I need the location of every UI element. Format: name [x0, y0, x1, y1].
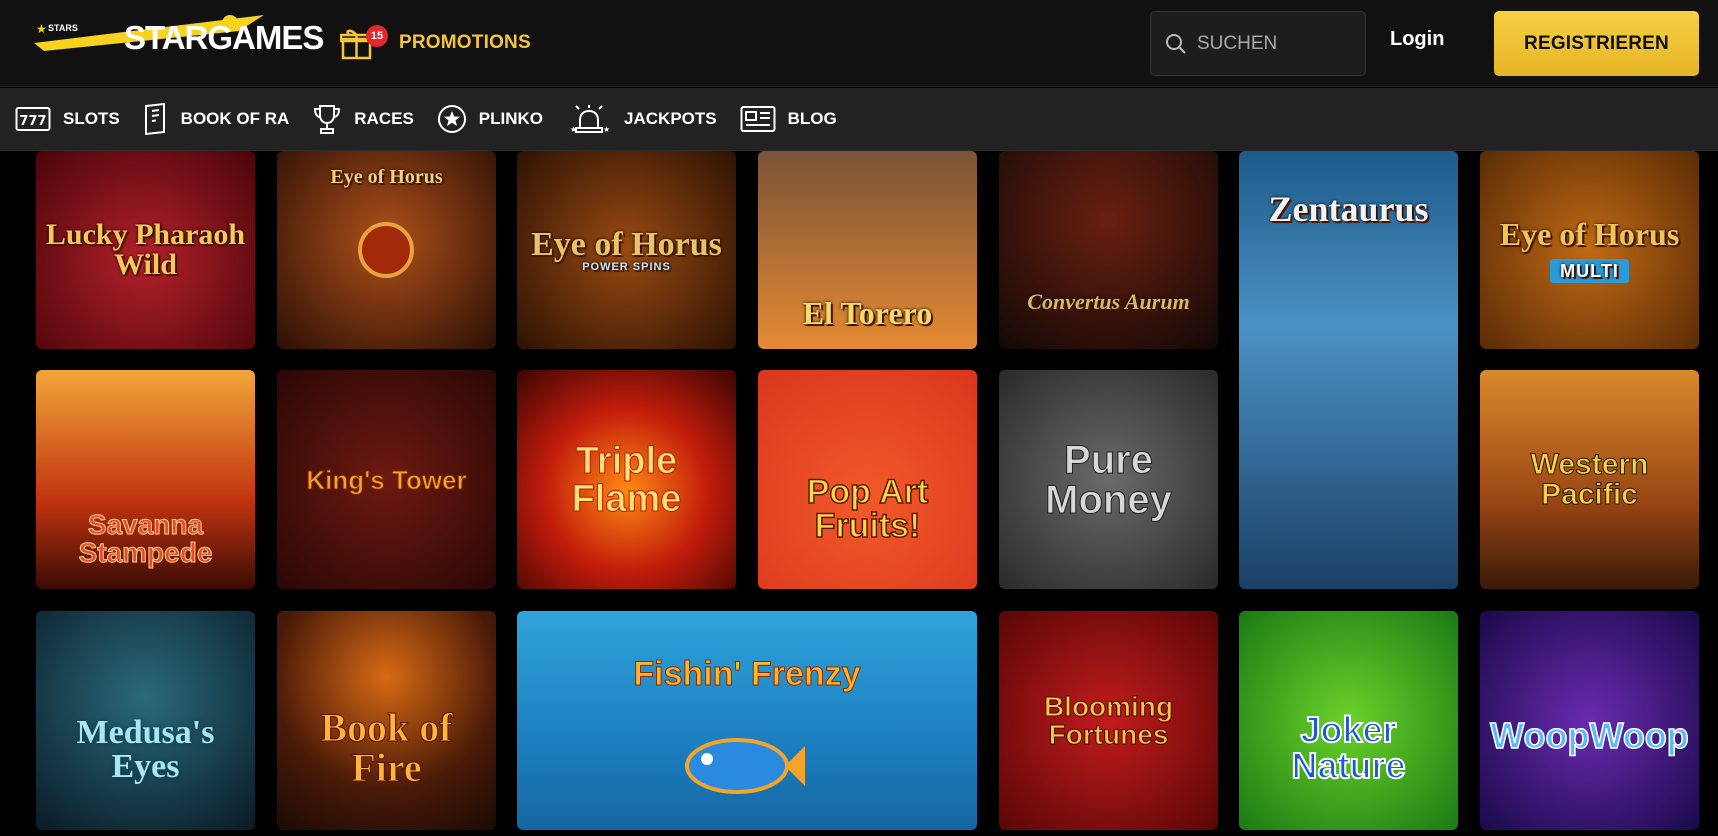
svg-text:★: ★	[570, 125, 577, 134]
game-title: Eye of Horus POWER SPINS	[525, 222, 728, 279]
svg-text:777: 777	[19, 114, 46, 129]
logo-sub: STARS	[48, 23, 78, 33]
nav-item-blog[interactable]: BLOG	[740, 99, 837, 139]
nav-item-book-of-ra[interactable]: BOOK OF RA	[143, 99, 290, 139]
login-button[interactable]: Login	[1390, 28, 1444, 51]
game-tile-lucky-pharaoh-wild[interactable]: Lucky Pharaoh Wild	[36, 151, 255, 349]
promotions-count-badge: 15	[366, 24, 388, 47]
jackpot-siren-icon: ★ ★	[566, 104, 612, 134]
nav-item-races[interactable]: RACES	[312, 99, 414, 139]
site-logo[interactable]: ★ STARS STARGAMES	[34, 13, 324, 57]
game-title: Book of Fire	[320, 705, 453, 790]
game-title: Blooming Fortunes	[1043, 690, 1174, 750]
game-title: King's Tower	[306, 464, 467, 495]
logo-star-icon: ★	[36, 22, 47, 36]
game-tile-el-torero[interactable]: El Torero	[758, 151, 977, 349]
book-icon	[143, 103, 169, 135]
nav-label: BOOK OF RA	[180, 109, 290, 128]
game-tile-woopwoop[interactable]: WoopWoop	[1480, 611, 1699, 830]
game-tile-joker-nature[interactable]: Joker Nature	[1239, 611, 1458, 830]
game-title: Fishin' Frenzy	[633, 655, 861, 693]
nav-label: BLOG	[787, 109, 837, 128]
game-title-text: Eye of Horus	[531, 225, 722, 263]
star-circle-icon	[437, 104, 467, 134]
game-tile-fishin-frenzy[interactable]: Fishin' Frenzy	[517, 611, 977, 830]
game-tile-medusas-eyes[interactable]: Medusa's Eyes	[36, 611, 255, 830]
fish-icon	[685, 738, 805, 794]
search-input[interactable]	[1197, 32, 1347, 55]
nav-label: RACES	[354, 109, 414, 128]
game-tile-zentaurus[interactable]: Zentaurus	[1239, 151, 1458, 589]
gift-icon: 15	[339, 24, 388, 60]
promotions-label: PROMOTIONS	[399, 32, 531, 53]
game-title: WoopWoop	[1489, 714, 1689, 756]
game-title: Eye of Horus	[330, 166, 443, 188]
game-subtitle: MULTI	[1550, 258, 1629, 283]
game-tile-blooming-fortunes[interactable]: Blooming Fortunes	[999, 611, 1218, 830]
game-tile-eye-of-horus-power-spins[interactable]: Eye of Horus POWER SPINS	[517, 151, 736, 349]
nav-label: JACKPOTS	[624, 109, 717, 128]
svg-text:★: ★	[603, 125, 610, 134]
game-tile-book-of-fire[interactable]: Book of Fire	[277, 611, 496, 830]
nav-item-jackpots[interactable]: ★ ★ JACKPOTS	[566, 99, 717, 139]
game-tile-kings-tower[interactable]: King's Tower	[277, 370, 496, 589]
category-nav: 777 SLOTS BOOK OF RA RACES PLINKO ★ ★ JAC…	[0, 88, 1718, 151]
game-title: Eye of Horus MULTI	[1480, 212, 1699, 289]
trophy-icon	[312, 103, 342, 135]
search-box[interactable]	[1150, 11, 1366, 76]
nav-label: SLOTS	[63, 109, 120, 128]
game-tile-eye-of-horus[interactable]: Eye of Horus	[277, 151, 496, 349]
game-tile-convertus-aurum[interactable]: Convertus Aurum	[999, 151, 1218, 349]
logo-wordmark: STARGAMES	[124, 19, 324, 56]
game-tile-pop-art-fruits[interactable]: Pop Art Fruits!	[758, 370, 977, 589]
game-title: Joker Nature	[1290, 709, 1406, 786]
promotions-link[interactable]: 15 PROMOTIONS	[339, 24, 531, 60]
game-title: Pop Art Fruits!	[806, 473, 929, 545]
game-title: Western Pacific	[1530, 447, 1649, 511]
game-title: Medusa's Eyes	[76, 714, 215, 785]
nav-item-slots[interactable]: 777 SLOTS	[15, 99, 120, 139]
game-tile-savanna-stampede[interactable]: Savanna Stampede	[36, 370, 255, 589]
blog-icon	[740, 105, 776, 133]
game-title: Savanna Stampede	[78, 509, 213, 568]
game-tile-eye-of-horus-multi[interactable]: Eye of Horus MULTI	[1480, 151, 1699, 349]
game-tile-pure-money[interactable]: Pure Money	[999, 370, 1218, 589]
nav-label: PLINKO	[478, 109, 544, 128]
game-title: Pure Money	[1045, 437, 1173, 522]
top-header: ★ STARS STARGAMES 15 PROMOTIONS Login RE…	[0, 0, 1718, 87]
sun-disc-icon	[358, 222, 414, 278]
game-title: Zentaurus	[1268, 189, 1429, 229]
game-tile-triple-flame[interactable]: Triple Flame	[517, 370, 736, 589]
game-title-text: Eye of Horus	[1499, 215, 1680, 252]
game-title: Lucky Pharaoh Wild	[45, 218, 246, 281]
search-icon	[1166, 33, 1186, 54]
slots-777-icon: 777	[15, 105, 51, 133]
game-title: Convertus Aurum	[1027, 289, 1190, 314]
nav-item-plinko[interactable]: PLINKO	[437, 99, 543, 139]
game-title: Triple Flame	[571, 439, 682, 520]
register-button[interactable]: REGISTRIEREN	[1494, 11, 1699, 76]
game-title: El Torero	[802, 295, 933, 331]
game-tile-western-pacific[interactable]: Western Pacific	[1480, 370, 1699, 589]
game-subtitle: POWER SPINS	[582, 260, 671, 273]
